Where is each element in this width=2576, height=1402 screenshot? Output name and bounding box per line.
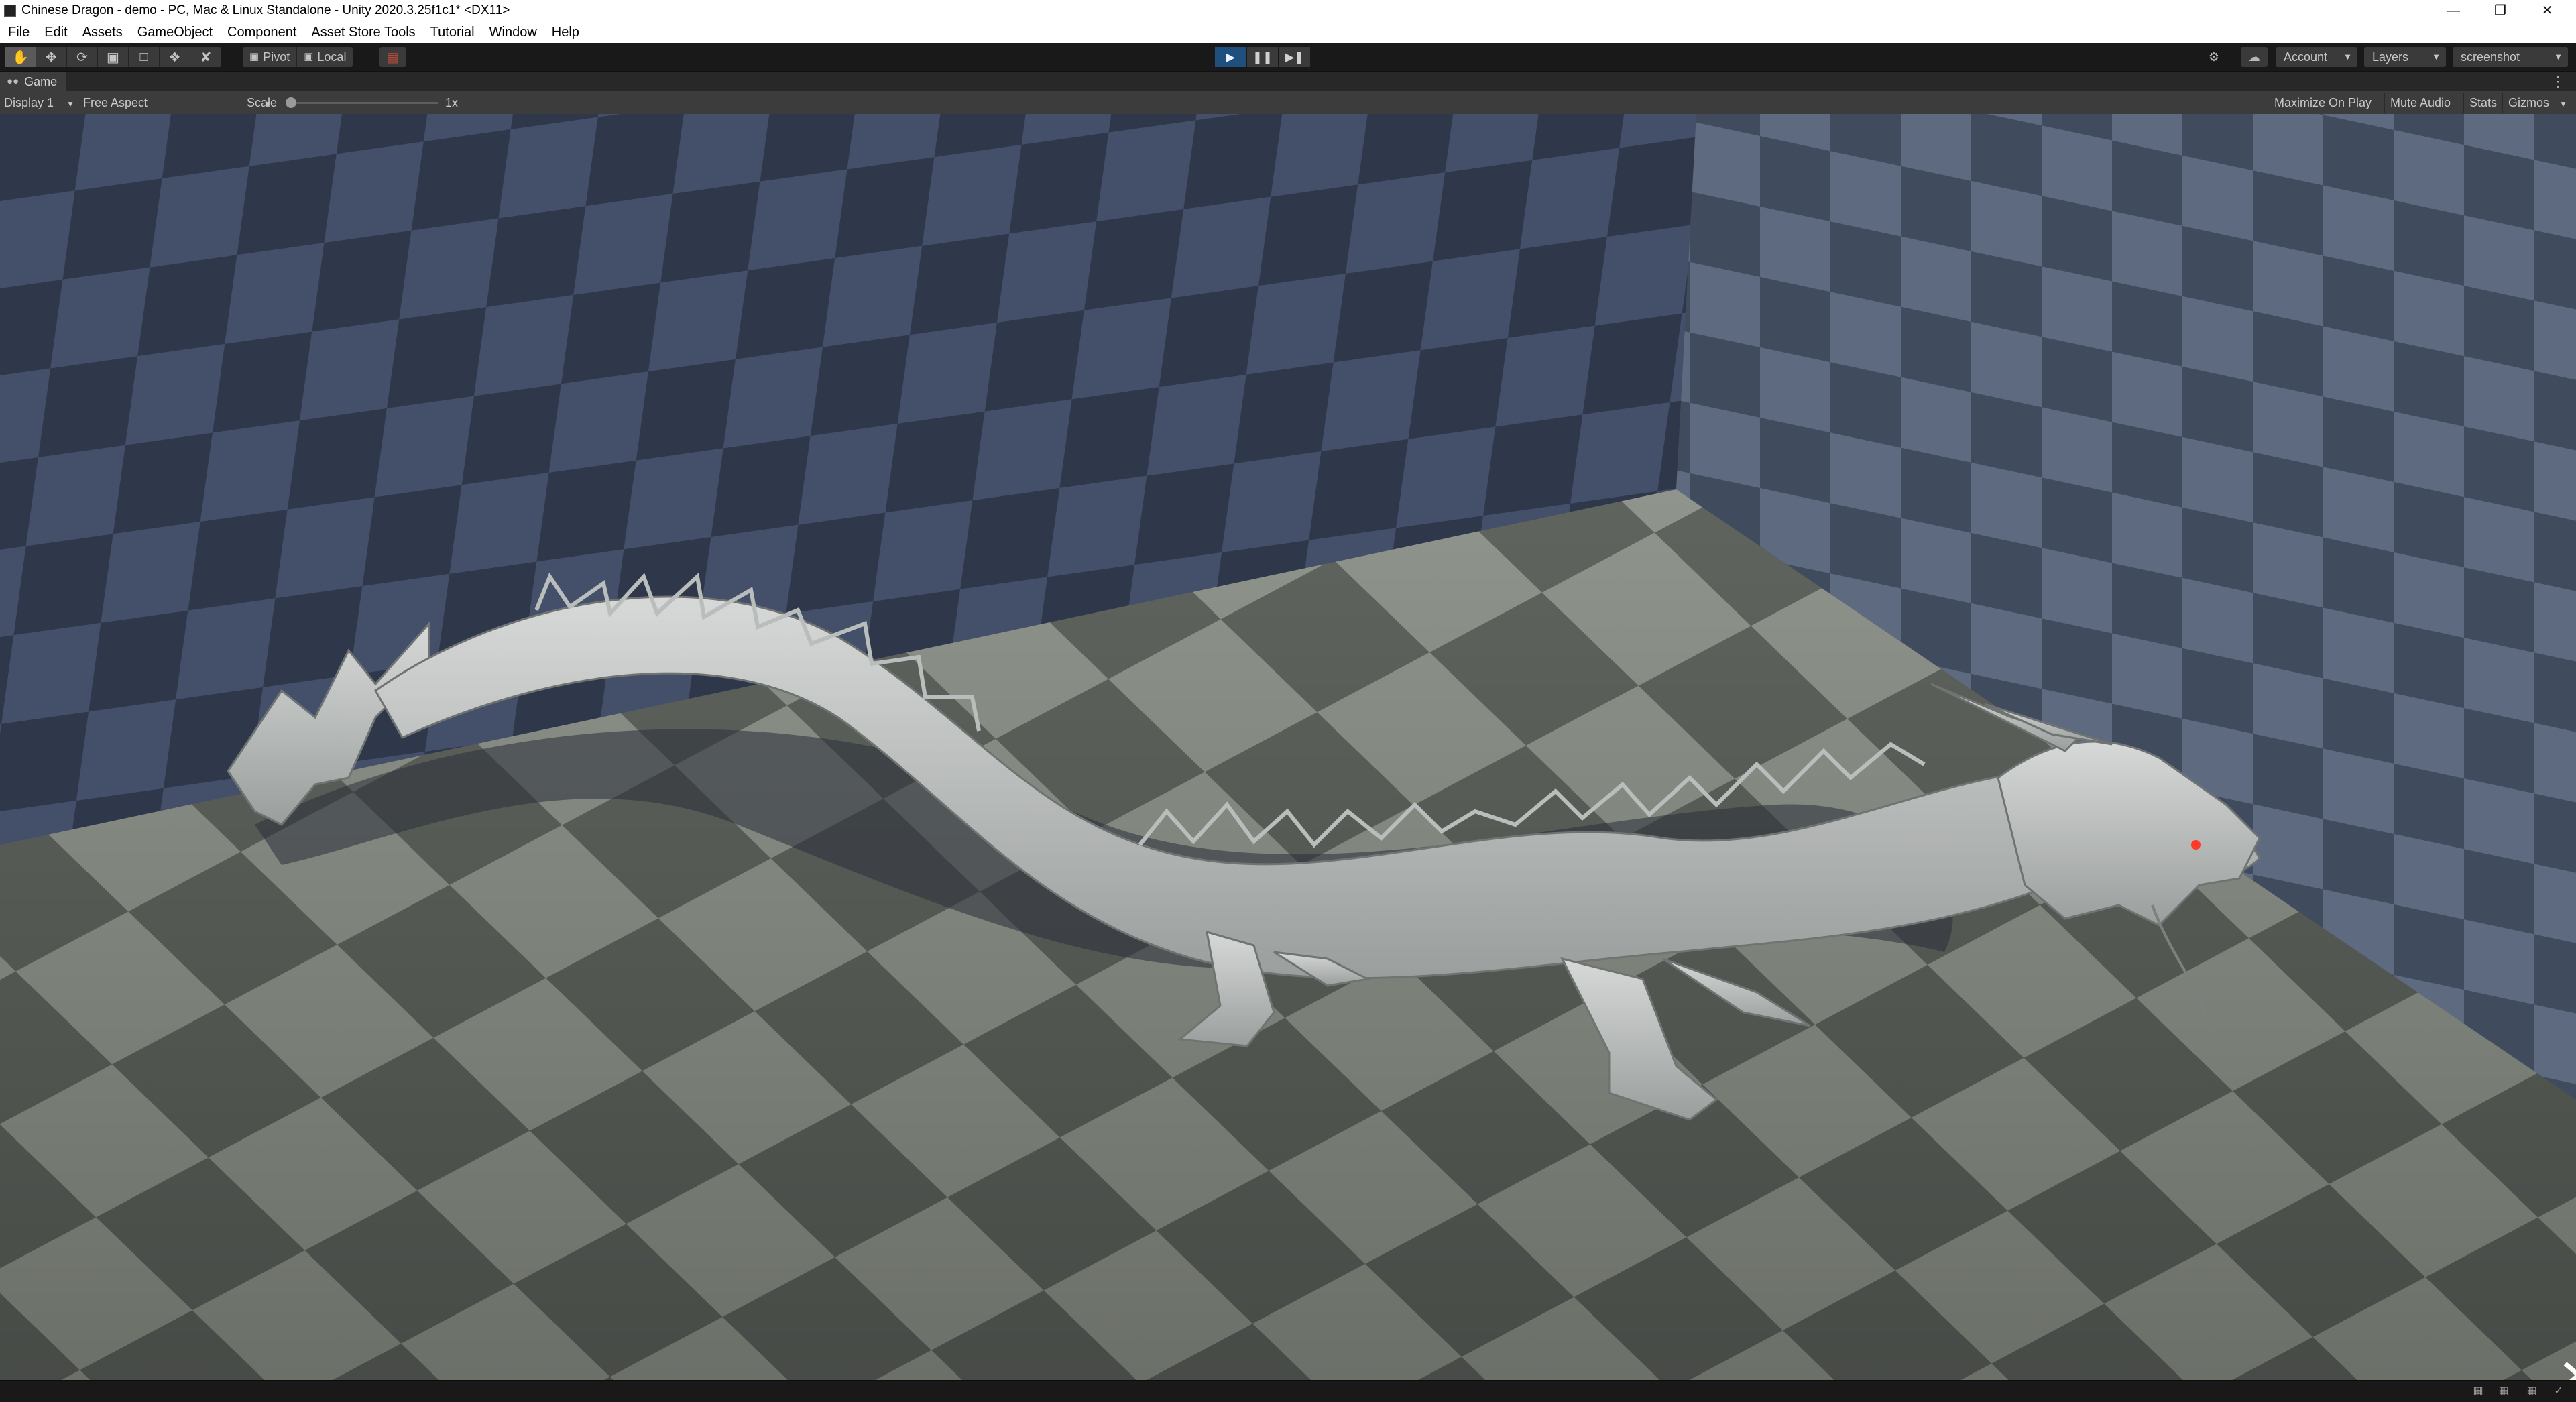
chevron-right-icon[interactable] <box>2560 1360 2576 1380</box>
transform-tool-icon[interactable]: ❖ <box>160 47 190 67</box>
tab-game-label: Game <box>24 75 58 89</box>
transform-tools: ✋ ✥ ⟳ ▣ □ ❖ ✘ <box>5 47 221 67</box>
cloud-icon[interactable]: ☁ <box>2241 47 2268 67</box>
menu-help[interactable]: Help <box>544 21 586 43</box>
chevron-down-icon: ▼ <box>2559 99 2567 109</box>
hand-tool-icon[interactable]: ✋ <box>5 47 36 67</box>
custom-tool-icon[interactable]: ✘ <box>190 47 221 67</box>
layout-dropdown[interactable]: screenshot ▼ <box>2453 47 2568 67</box>
scale-value: 1x <box>445 96 459 109</box>
menu-assets[interactable]: Assets <box>74 21 129 43</box>
status-bar: ▦ ▦ ▦ ✓ <box>0 1380 2576 1402</box>
progress-icon[interactable]: ▦ <box>2471 1385 2485 1397</box>
unity-app-icon <box>4 5 16 17</box>
close-icon[interactable]: ✕ <box>2524 0 2571 21</box>
more-options-icon[interactable]: ⋮ <box>2551 72 2565 92</box>
menu-edit[interactable]: Edit <box>36 21 74 43</box>
menu-gameobject[interactable]: GameObject <box>129 21 219 43</box>
menu-bar: File Edit Assets GameObject Component As… <box>0 21 2576 43</box>
pivot-icon: ▣ <box>249 51 259 62</box>
scale-slider-thumb[interactable] <box>286 97 296 108</box>
debug-icon[interactable]: ▦ <box>2525 1385 2538 1397</box>
layers-dropdown[interactable]: Layers ▼ <box>2364 47 2446 67</box>
game-scene-render <box>0 114 2576 1380</box>
game-view[interactable] <box>0 114 2576 1380</box>
dragon-eye <box>2191 840 2201 850</box>
step-button[interactable]: ▶❚ <box>1279 47 1310 67</box>
chevron-down-icon: ▼ <box>2554 52 2563 62</box>
layout-label: screenshot <box>2461 50 2520 64</box>
menu-component[interactable]: Component <box>219 21 303 43</box>
layers-label: Layers <box>2372 50 2409 64</box>
menu-window[interactable]: Window <box>481 21 544 43</box>
menu-file[interactable]: File <box>0 21 36 43</box>
display-label: Display 1 <box>4 96 54 109</box>
pivot-label: Pivot <box>263 50 290 64</box>
gizmos-label: Gizmos <box>2508 96 2550 109</box>
aspect-label: Free Aspect <box>83 96 148 109</box>
scale-tool-icon[interactable]: ▣ <box>98 47 129 67</box>
restore-icon[interactable]: ❐ <box>2477 0 2524 21</box>
pause-button[interactable]: ❚❚ <box>1247 47 1278 67</box>
tab-game[interactable]: ●● Game <box>0 72 67 92</box>
chevron-down-icon: ▼ <box>2343 52 2352 62</box>
account-label: Account <box>2284 50 2328 64</box>
chevron-down-icon: ▼ <box>66 99 74 109</box>
main-toolbar: ✋ ✥ ⟳ ▣ □ ❖ ✘ ▣ Pivot ▣ Local ▦ ▶ ❚❚ ▶❚ … <box>0 43 2576 71</box>
local-toggle[interactable]: ▣ Local <box>297 47 353 67</box>
move-tool-icon[interactable]: ✥ <box>36 47 67 67</box>
local-icon: ▣ <box>304 51 314 62</box>
maximize-on-play-toggle[interactable]: Maximize On Play <box>2269 93 2377 113</box>
display-dropdown[interactable]: Display 1 ▼ <box>4 91 74 115</box>
gamepad-icon: ●● <box>7 76 19 87</box>
account-dropdown[interactable]: Account ▼ <box>2276 47 2357 67</box>
collab-icon[interactable]: ▦ <box>2497 1385 2510 1397</box>
play-button[interactable]: ▶ <box>1215 47 1246 67</box>
pivot-toggle[interactable]: ▣ Pivot <box>243 47 298 67</box>
play-controls: ▶ ❚❚ ▶❚ <box>1215 47 1310 67</box>
menu-asset-store-tools[interactable]: Asset Store Tools <box>303 21 422 43</box>
game-tab-bar: ●● Game ⋮ <box>0 71 2576 92</box>
grid-snap-group: ▦ <box>379 47 406 67</box>
scale-slider-track[interactable] <box>291 102 438 104</box>
minimize-icon[interactable]: — <box>2430 0 2477 21</box>
local-label: Local <box>317 50 347 64</box>
window-title-bar: Chinese Dragon - demo - PC, Mac & Linux … <box>0 0 2576 21</box>
stats-toggle[interactable]: Stats <box>2463 93 2502 113</box>
rect-tool-icon[interactable]: □ <box>129 47 160 67</box>
scale-label: Scale <box>247 96 278 109</box>
aspect-dropdown[interactable]: Free Aspect ▼ <box>83 91 272 115</box>
game-view-controls: Display 1 ▼ Free Aspect ▼ Scale 1x Maxim… <box>0 91 2576 114</box>
gizmos-dropdown[interactable]: Gizmos ▼ <box>2502 93 2573 113</box>
chevron-down-icon: ▼ <box>2432 52 2441 62</box>
check-icon[interactable]: ✓ <box>2552 1385 2565 1397</box>
gear-icon[interactable]: ⚙ <box>2201 47 2227 67</box>
mute-audio-toggle[interactable]: Mute Audio <box>2384 93 2456 113</box>
rotate-tool-icon[interactable]: ⟳ <box>67 47 98 67</box>
window-title: Chinese Dragon - demo - PC, Mac & Linux … <box>21 3 510 17</box>
grid-snap-icon[interactable]: ▦ <box>379 47 406 67</box>
pivot-local-group: ▣ Pivot ▣ Local <box>243 47 353 67</box>
menu-tutorial[interactable]: Tutorial <box>422 21 481 43</box>
